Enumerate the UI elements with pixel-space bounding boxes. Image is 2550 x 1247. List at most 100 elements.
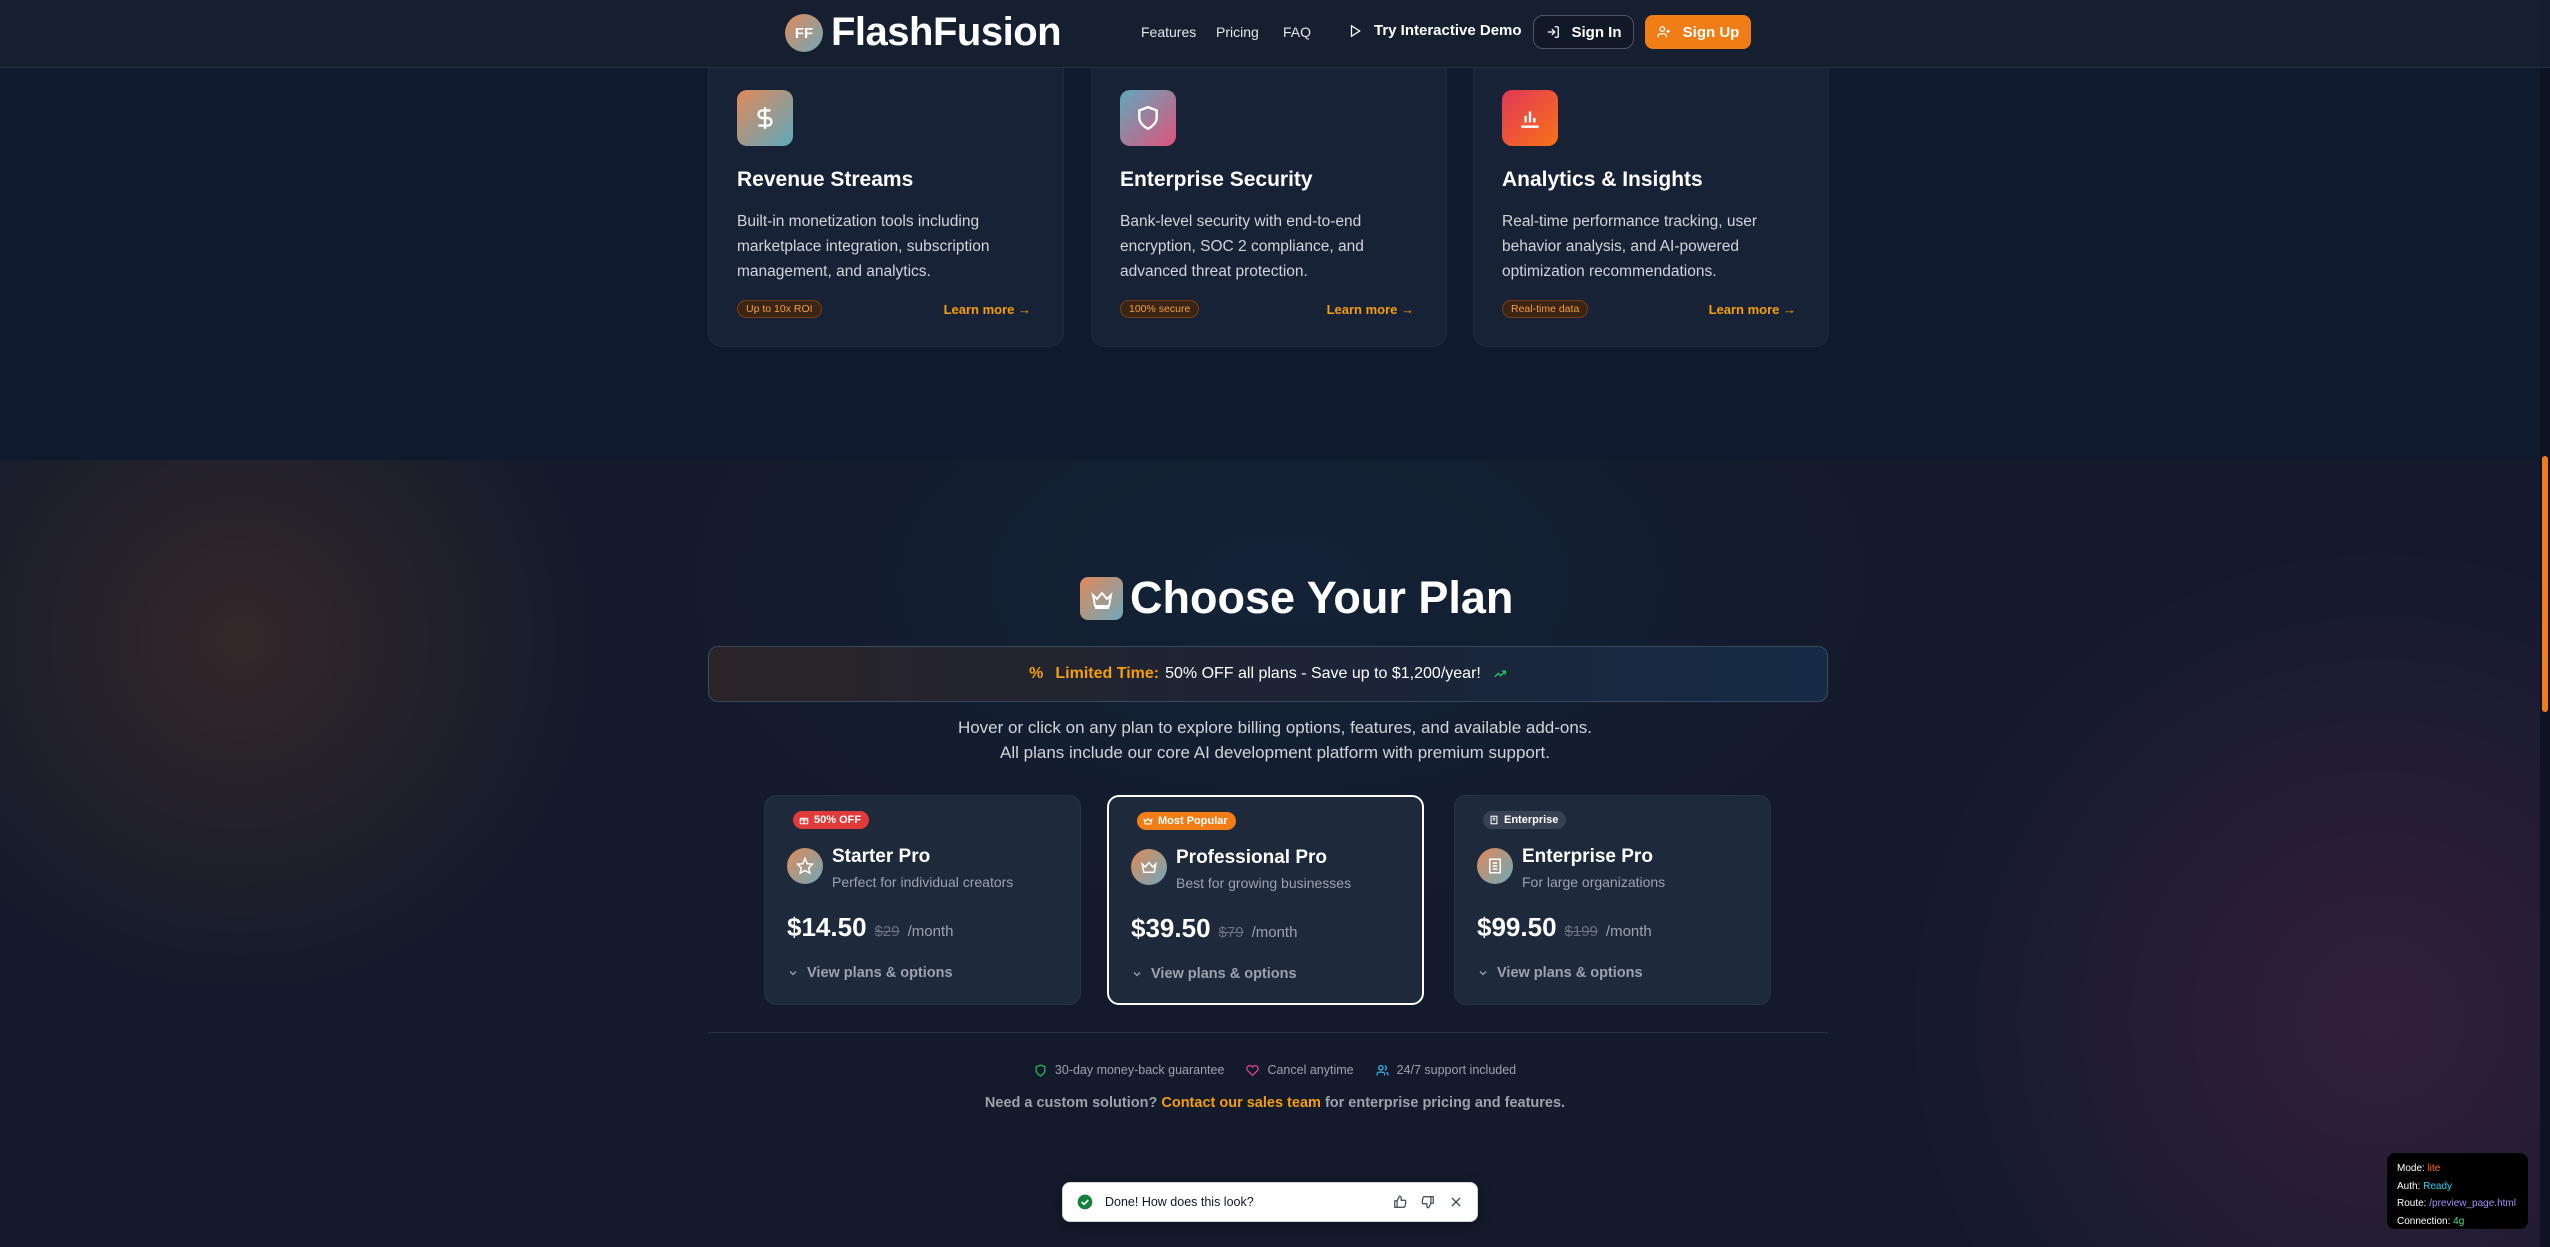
users-icon	[1376, 1064, 1389, 1075]
plan-old-price: $199	[1564, 923, 1598, 940]
plan-period: /month	[1605, 923, 1652, 940]
view-plans-label: View plans & options	[1497, 965, 1643, 981]
chevron-down-icon	[1479, 971, 1487, 976]
learn-more-label: Learn more	[1326, 302, 1398, 317]
assurance-support: 24/7 support included	[1376, 1063, 1517, 1077]
debug-route: Route: /preview_page.html	[2397, 1195, 2518, 1213]
view-plans-options-button[interactable]: View plans & options	[1131, 966, 1297, 982]
plan-old-price: $79	[1218, 924, 1244, 941]
plan-period: /month	[907, 923, 954, 940]
feature-card-analytics[interactable]: Analytics & Insights Real-time performan…	[1473, 66, 1829, 347]
view-plans-label: View plans & options	[1151, 966, 1297, 982]
scrollbar-thumb[interactable]	[2542, 456, 2548, 712]
sign-in-button[interactable]: Sign In	[1533, 15, 1634, 49]
plan-name: Enterprise Pro	[1522, 846, 1653, 867]
nav-link-features[interactable]: Features	[1141, 24, 1196, 40]
sign-up-button[interactable]: Sign Up	[1645, 15, 1751, 49]
badge-label: 50% OFF	[814, 814, 862, 826]
learn-more-link[interactable]: Learn more →	[1709, 302, 1796, 317]
view-plans-options-button[interactable]: View plans & options	[787, 965, 953, 981]
heart-icon	[1246, 1064, 1260, 1076]
plan-card-professional[interactable]: Most Popular Professional Pro Best for g…	[1107, 795, 1424, 1005]
feature-description: Bank-level security with end-to-end encr…	[1120, 213, 1364, 280]
sign-in-label: Sign In	[1571, 23, 1622, 41]
feature-badge: Real-time data	[1502, 300, 1589, 318]
arrow-right-icon: →	[1401, 302, 1414, 317]
plan-price: $39.50	[1131, 913, 1211, 943]
dollar-icon	[737, 90, 793, 146]
assurance-label: 24/7 support included	[1396, 1063, 1517, 1077]
assurance-label: Cancel anytime	[1267, 1063, 1354, 1077]
logo-badge[interactable]: FF	[785, 14, 823, 52]
divider	[708, 1032, 1828, 1033]
feature-card-revenue[interactable]: Revenue Streams Built-in monetization to…	[708, 66, 1064, 347]
feature-card-security[interactable]: Enterprise Security Bank-level security …	[1091, 66, 1447, 347]
debug-auth-value: Ready	[2423, 1180, 2453, 1192]
custom-suffix: for enterprise pricing and features.	[1324, 1095, 1566, 1111]
assurance-cancel: Cancel anytime	[1246, 1063, 1354, 1077]
arrow-right-icon: →	[1783, 302, 1796, 317]
plan-name: Professional Pro	[1176, 847, 1327, 868]
view-plans-options-button[interactable]: View plans & options	[1477, 965, 1643, 981]
view-plans-label: View plans & options	[807, 965, 953, 981]
nav-link-pricing[interactable]: Pricing	[1216, 24, 1259, 40]
sign-up-label: Sign Up	[1682, 23, 1740, 41]
contact-sales-link[interactable]: Contact our sales team	[1161, 1095, 1321, 1111]
thumbs-up-icon[interactable]	[1393, 1195, 1407, 1209]
learn-more-label: Learn more	[943, 302, 1015, 317]
plan-subtitle: Best for growing businesses	[1176, 875, 1352, 891]
shield-icon	[1120, 90, 1176, 146]
pricing-intro-line1: Hover or click on any plan to explore bi…	[957, 718, 1593, 737]
plan-old-price: $29	[874, 923, 900, 940]
plan-period: /month	[1251, 924, 1298, 941]
debug-auth-label: Auth:	[2397, 1180, 2421, 1192]
promo-banner: % Limited Time: 50% OFF all plans - Save…	[708, 646, 1828, 702]
debug-mode-value: lite	[2427, 1163, 2441, 1174]
navbar: FF FlashFusion Features Pricing FAQ Try …	[0, 0, 2550, 68]
debug-route-value: /preview_page.html	[2429, 1198, 2516, 1209]
percent-icon: %	[1029, 665, 1044, 682]
brand-name[interactable]: FlashFusion	[831, 10, 1062, 55]
plan-price-row: $14.50 $29 /month	[787, 912, 953, 943]
crown-icon	[1131, 849, 1167, 885]
custom-solution-line: Need a custom solution? Contact our sale…	[0, 1095, 2550, 1111]
building-icon	[1490, 815, 1498, 825]
debug-mode: Mode: lite	[2397, 1160, 2518, 1178]
debug-connection-label: Connection:	[2397, 1215, 2451, 1227]
plan-price-row: $99.50 $199 /month	[1477, 912, 1652, 943]
close-icon[interactable]	[1449, 1195, 1463, 1209]
thumbs-down-icon[interactable]	[1421, 1195, 1435, 1209]
assurance-label: 30-day money-back guarantee	[1054, 1063, 1225, 1077]
toast-text: Done! How does this look?	[1105, 1195, 1254, 1209]
pricing-heading: Choose Your Plan	[1130, 572, 1514, 623]
bar-chart-icon	[1502, 90, 1558, 146]
shield-icon	[1035, 1063, 1046, 1077]
debug-status-panel: Mode: lite Auth: Ready Route: /preview_p…	[2387, 1153, 2528, 1229]
learn-more-label: Learn more	[1708, 302, 1780, 317]
feature-badge: 100% secure	[1120, 300, 1200, 318]
crown-icon	[1143, 817, 1153, 825]
badge-label: Most Popular	[1158, 815, 1228, 827]
learn-more-link[interactable]: Learn more →	[1327, 302, 1414, 317]
plan-card-starter[interactable]: 50% OFF Starter Pro Perfect for individu…	[764, 795, 1081, 1005]
learn-more-link[interactable]: Learn more →	[944, 302, 1031, 317]
chevron-down-icon	[789, 971, 797, 976]
nav-link-faq[interactable]: FAQ	[1283, 24, 1311, 40]
gift-icon	[799, 817, 809, 825]
feedback-toast: Done! How does this look?	[1062, 1182, 1478, 1222]
try-demo-link[interactable]: Try Interactive Demo	[1348, 22, 1522, 39]
promo-text: 50% OFF all plans - Save up to $1,200/ye…	[1165, 665, 1481, 682]
assurance-row: 30-day money-back guarantee Cancel anyti…	[0, 1063, 2550, 1077]
feature-title: Enterprise Security	[1120, 168, 1313, 191]
custom-prefix: Need a custom solution?	[984, 1095, 1158, 1111]
discount-badge: 50% OFF	[793, 811, 870, 829]
pricing-intro-line2: All plans include our core AI developmen…	[1000, 743, 1550, 762]
try-demo-label: Try Interactive Demo	[1374, 22, 1522, 39]
plan-card-enterprise[interactable]: Enterprise Enterprise Pro For large orga…	[1454, 795, 1771, 1005]
debug-mode-label: Mode:	[2397, 1163, 2425, 1174]
most-popular-badge: Most Popular	[1137, 812, 1236, 830]
feature-title: Revenue Streams	[737, 168, 914, 191]
plan-price: $14.50	[787, 912, 867, 942]
user-plus-icon	[1657, 26, 1670, 38]
plan-subtitle: Perfect for individual creators	[832, 874, 1014, 890]
